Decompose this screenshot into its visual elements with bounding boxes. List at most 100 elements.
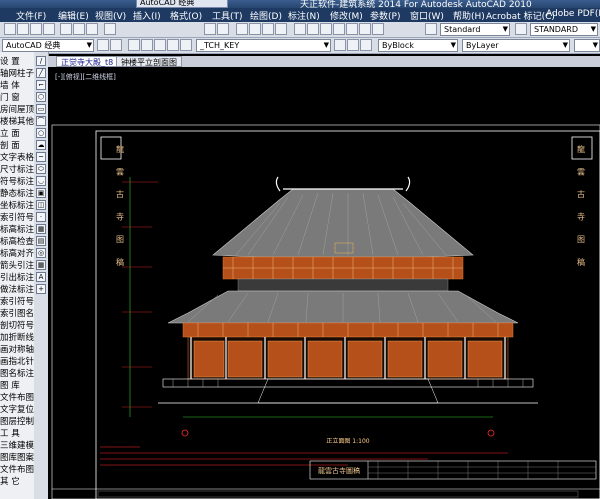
line-icon[interactable]: / [36, 56, 46, 66]
open-icon[interactable] [17, 23, 29, 35]
palette-item[interactable]: 文字表格 [0, 152, 34, 164]
palette-item[interactable]: 文件布图 [0, 464, 34, 476]
palette-item[interactable]: 画对称轴 [0, 344, 34, 356]
palette-item[interactable]: 尺寸标注 [0, 164, 34, 176]
tab-drawing-2[interactable]: 钟楼平立剖面图 [116, 56, 182, 67]
zoom-icon[interactable] [249, 23, 261, 35]
revision-cloud-icon[interactable]: ☁ [36, 140, 46, 150]
hatch-icon[interactable]: ▦ [36, 224, 46, 234]
menu-view[interactable]: 视图(V) [95, 9, 126, 22]
menu-format[interactable]: 格式(O) [170, 9, 202, 22]
workspace-select[interactable]: AutoCAD 经典 ▼ [2, 39, 94, 52]
spline-icon[interactable]: ~ [36, 152, 46, 162]
tool-palette-icon[interactable] [320, 23, 332, 35]
menu-draw[interactable]: 绘图(D) [250, 9, 282, 22]
polyline-icon[interactable]: ⌐ [36, 80, 46, 90]
insert-block-icon[interactable]: ▣ [36, 188, 46, 198]
add-selected-icon[interactable]: + [36, 284, 46, 294]
print-icon[interactable] [43, 23, 55, 35]
zoom-previous-icon[interactable] [275, 23, 287, 35]
palette-item[interactable]: 索引图名 [0, 308, 34, 320]
color-swatch-icon[interactable] [180, 39, 192, 51]
palette-item[interactable]: 做法标注 [0, 284, 34, 296]
palette-item[interactable]: 剖 面 [0, 140, 34, 152]
zoom-window-icon[interactable] [262, 23, 274, 35]
palette-item[interactable]: 剖切符号 [0, 320, 34, 332]
sheet-set-icon[interactable] [333, 23, 345, 35]
palette-item[interactable]: 箭头引注 [0, 260, 34, 272]
layer-icon[interactable] [128, 39, 140, 51]
palette-item[interactable]: 轴网柱子 [0, 68, 34, 80]
help-icon[interactable] [372, 23, 384, 35]
calculator-icon[interactable] [359, 23, 371, 35]
dim-style-select[interactable]: STANDARD ▼ [530, 23, 598, 36]
make-current-icon[interactable] [334, 39, 346, 51]
new-icon[interactable] [4, 23, 16, 35]
match-properties-icon[interactable] [104, 23, 116, 35]
palette-item[interactable]: 墙 体 [0, 80, 34, 92]
menu-params[interactable]: 参数(P) [370, 9, 400, 22]
palette-item[interactable]: 画指北针 [0, 356, 34, 368]
menu-window[interactable]: 窗口(W) [410, 9, 444, 22]
palette-item[interactable]: 图 库 [0, 380, 34, 392]
palette-item[interactable]: 文字复位 [0, 404, 34, 416]
make-block-icon[interactable]: ◫ [36, 200, 46, 210]
palette-item[interactable]: 符号标注 [0, 176, 34, 188]
palette-item[interactable]: 图层控制 [0, 416, 34, 428]
gear-icon[interactable] [97, 39, 109, 51]
palette-item[interactable]: 标高检查 [0, 236, 34, 248]
tab-drawing-1[interactable]: 正觉寺大殿_t8 [56, 56, 119, 67]
menu-edit[interactable]: 编辑(E) [58, 9, 89, 22]
lightbulb-icon[interactable] [141, 39, 153, 51]
region-icon[interactable]: ◎ [36, 248, 46, 258]
undo-icon[interactable] [204, 23, 216, 35]
menu-file[interactable]: 文件(F) [16, 9, 46, 22]
menu-help[interactable]: 帮助(H) [453, 9, 485, 22]
palette-item[interactable]: 文件布图 [0, 392, 34, 404]
workspace-selector[interactable]: AutoCAD 经典 [136, 0, 228, 8]
pan-icon[interactable] [236, 23, 248, 35]
palette-item[interactable]: 标高对齐 [0, 248, 34, 260]
cut-icon[interactable] [60, 23, 72, 35]
design-center-icon[interactable] [307, 23, 319, 35]
palette-item[interactable]: 其 它 [0, 476, 34, 488]
gradient-icon[interactable]: ▤ [36, 236, 46, 246]
rectangle-icon[interactable]: ▭ [36, 104, 46, 114]
menu-modify[interactable]: 修改(M) [330, 9, 363, 22]
redo-icon[interactable] [217, 23, 229, 35]
construction-line-icon[interactable]: ╱ [36, 68, 46, 78]
ellipse-arc-icon[interactable]: ◡ [36, 176, 46, 186]
lineweight-select[interactable]: ▼ [574, 39, 600, 52]
lock-icon[interactable] [167, 39, 179, 51]
palette-item[interactable]: 加折断线 [0, 332, 34, 344]
palette-item[interactable]: 三维建模 [0, 440, 34, 452]
palette-item[interactable]: 图名标注 [0, 368, 34, 380]
copy-icon[interactable] [73, 23, 85, 35]
layer-previous-icon[interactable] [347, 39, 359, 51]
palette-item[interactable]: 引出标注 [0, 272, 34, 284]
markup-icon[interactable] [346, 23, 358, 35]
circle-icon[interactable]: ○ [36, 128, 46, 138]
table-icon[interactable]: ▦ [36, 260, 46, 270]
ellipse-icon[interactable]: ⬭ [36, 164, 46, 174]
menu-acrobat[interactable]: Acrobat 标记(C) [486, 9, 555, 22]
color-select[interactable]: ByBlock ▼ [378, 39, 458, 52]
text-style-select[interactable]: Standard ▼ [440, 23, 510, 36]
paste-icon[interactable] [86, 23, 98, 35]
palette-item[interactable]: 静态标注 [0, 188, 34, 200]
freeze-icon[interactable] [154, 39, 166, 51]
palette-item[interactable]: 坐标标注 [0, 200, 34, 212]
arc-icon[interactable]: ⌒ [36, 116, 46, 126]
palette-item[interactable]: 门 窗 [0, 92, 34, 104]
palette-item[interactable]: 图库图案 [0, 452, 34, 464]
palette-item[interactable]: 索引符号 [0, 296, 34, 308]
layer-select[interactable]: _TCH_KEY ▼ [196, 39, 331, 52]
text-icon[interactable]: A [36, 272, 46, 282]
palette-item[interactable]: 标高标注 [0, 224, 34, 236]
palette-item[interactable]: 索引符号 [0, 212, 34, 224]
point-icon[interactable]: · [36, 212, 46, 222]
palette-item[interactable]: 工 具 [0, 428, 34, 440]
layer-manager-icon[interactable] [110, 39, 122, 51]
save-icon[interactable] [30, 23, 42, 35]
layer-state-icon[interactable] [360, 39, 372, 51]
